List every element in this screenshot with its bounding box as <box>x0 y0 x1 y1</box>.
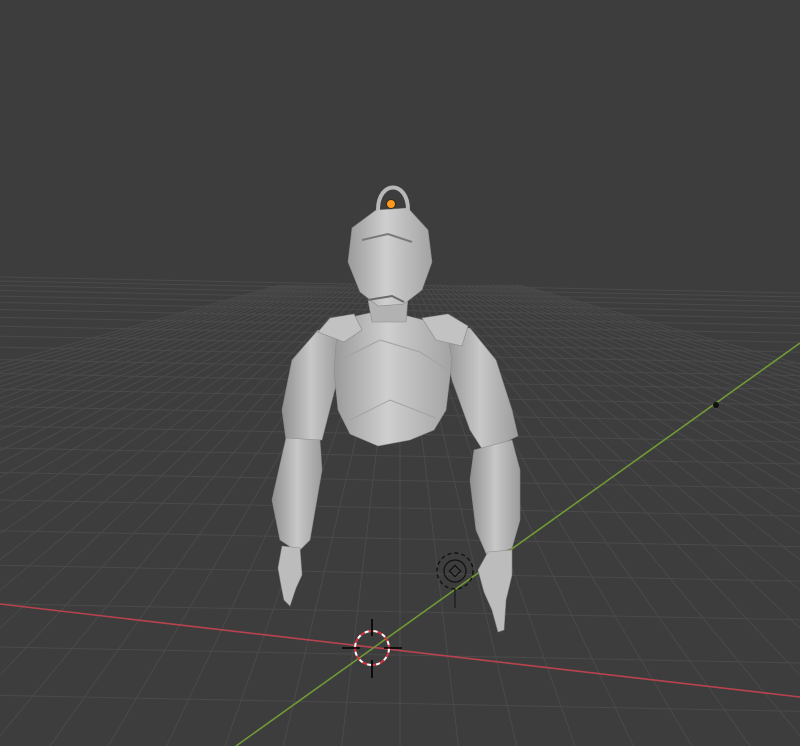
head[interactable] <box>347 207 433 307</box>
grid-line <box>0 284 281 365</box>
grid-line <box>0 284 305 393</box>
robot-mesh[interactable] <box>271 185 521 633</box>
right-hand[interactable] <box>477 549 513 633</box>
left-hand[interactable] <box>277 545 303 607</box>
3d-viewport[interactable] <box>0 0 800 746</box>
empty-object-icon[interactable] <box>713 402 719 408</box>
grid-line <box>0 284 297 383</box>
left-upper-arm[interactable] <box>281 329 341 441</box>
viewport-canvas[interactable] <box>0 0 800 746</box>
object-origin-icon[interactable] <box>386 199 396 209</box>
